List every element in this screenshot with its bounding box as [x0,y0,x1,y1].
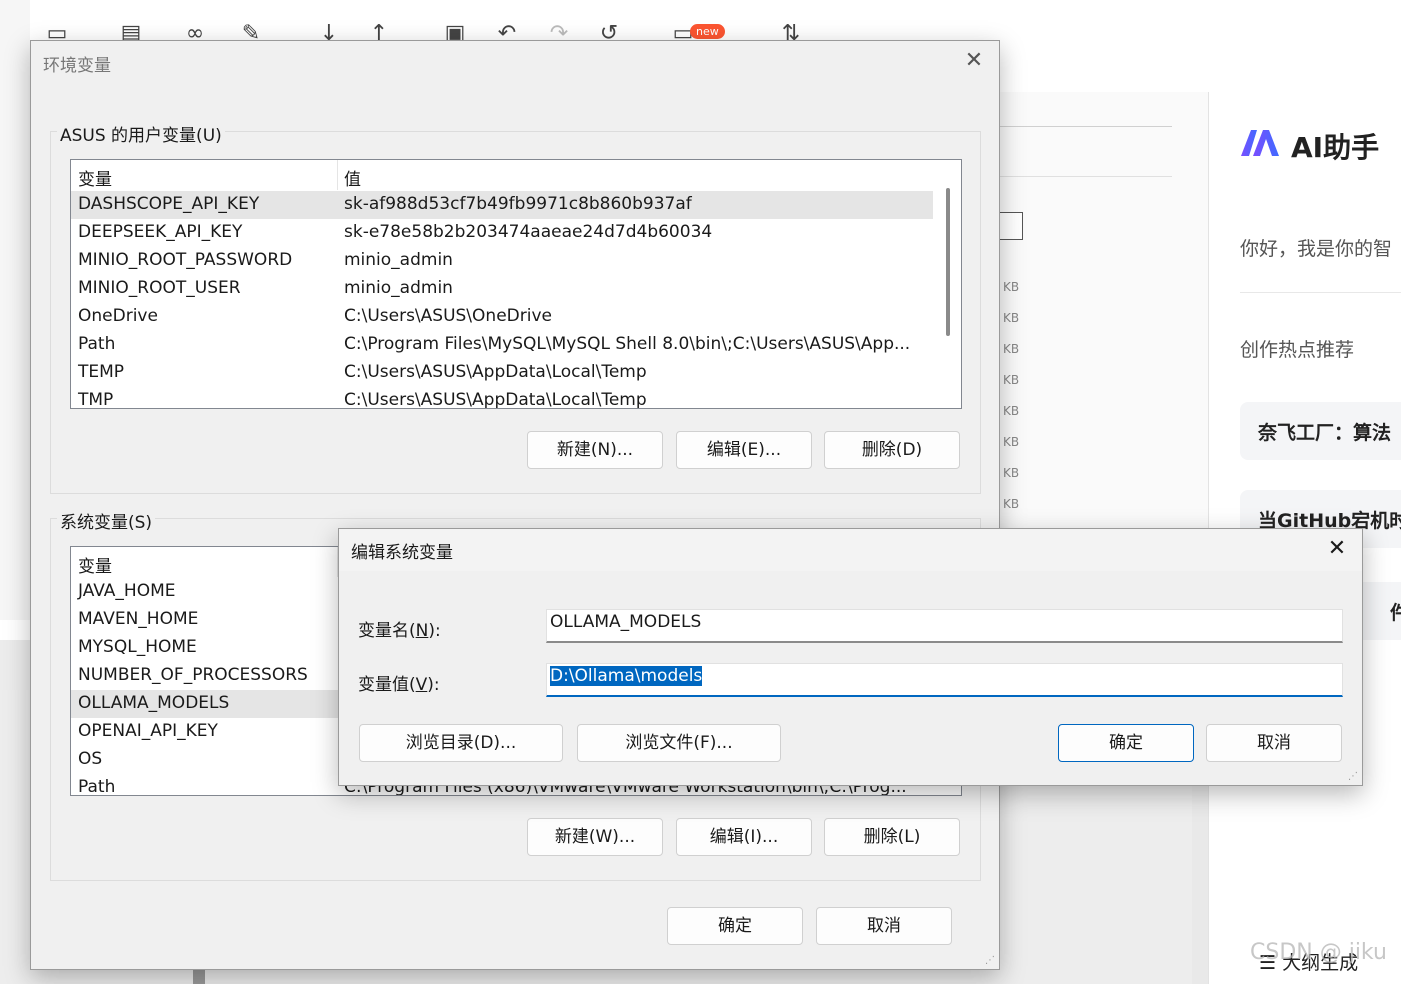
variable-value-label: 变量值(V): [358,675,440,695]
column-header-value[interactable]: 值 [344,165,361,190]
variable-name-label: 变量名(N): [358,621,441,641]
file-size-label: KB [1003,404,1020,418]
close-icon[interactable]: ✕ [963,49,985,73]
column-header-variable[interactable]: 变量 [78,165,112,190]
ai-greeting: 你好，我是你的智 [1240,238,1393,260]
variable-value-field[interactable]: D:\Ollama\models [546,663,1343,697]
user-variables-label: ASUS 的用户变量(U) [57,121,225,146]
table-row[interactable]: TEMP C:\Users\ASUS\AppData\Local\Temp [71,359,933,387]
editor-pane [1000,92,1210,552]
system-edit-button[interactable]: 编辑(I)... [676,818,812,856]
ai-logo-icon [1241,130,1279,156]
hot-topic-card[interactable]: 奈飞工厂：算法 [1240,402,1401,460]
scrollbar-thumb[interactable] [946,188,950,336]
hot-topic-text: 奈飞工厂：算法 [1258,422,1392,444]
file-size-label: KB [1003,342,1020,356]
csdn-watermark: CSDN @ jiku [1250,940,1387,965]
browse-directory-button[interactable]: 浏览目录(D)... [359,724,563,762]
user-new-button[interactable]: 新建(N)... [527,431,663,469]
system-variables-label: 系统变量(S) [57,508,156,533]
file-size-label: KB [1003,435,1020,449]
dialog-title: 编辑系统变量 [351,543,453,563]
file-size-label: KB [1003,497,1020,511]
file-size-label: KB [1003,311,1020,325]
list-header: 变量 值 [71,160,961,190]
file-size-label: KB [1003,373,1020,387]
file-size-label: KB [1003,466,1020,480]
table-row[interactable]: Path C:\Program Files\MySQL\MySQL Shell 8… [71,331,933,359]
hot-topics-label: 创作热点推荐 [1240,339,1355,361]
table-row[interactable]: OneDrive C:\Users\ASUS\OneDrive [71,303,933,331]
editor-input-box[interactable] [1000,212,1023,240]
cancel-button[interactable]: 取消 [816,907,952,945]
table-row[interactable]: MINIO_ROOT_PASSWORD minio_admin [71,247,933,275]
ok-button[interactable]: 确定 [667,907,803,945]
new-badge: new [690,24,725,39]
system-new-button[interactable]: 新建(W)... [527,818,663,856]
ok-button[interactable]: 确定 [1058,724,1194,762]
left-sidebar-strip [0,0,31,620]
table-row[interactable]: DEEPSEEK_API_KEY sk-e78e58b2b203474aaeae2… [71,219,933,247]
hot-topic-text: 件开 [1390,602,1401,624]
user-delete-button[interactable]: 删除(D) [824,431,960,469]
dialog-title: 环境变量 [43,56,111,76]
environment-variables-dialog: 环境变量 ✕ ASUS 的用户变量(U) 变量 值 DASHSCOPE_API_… [30,40,1000,970]
cancel-button[interactable]: 取消 [1206,724,1342,762]
edit-system-variable-dialog: 编辑系统变量 ✕ 变量名(N): OLLAMA_MODELS 变量值(V): D… [338,528,1363,786]
table-row[interactable]: DASHSCOPE_API_KEY sk-af988d53cf7b49fb9971… [71,191,933,219]
list-scrollbar[interactable] [935,160,961,408]
user-variables-list[interactable]: 变量 值 DASHSCOPE_API_KEY sk-af988d53cf7b49f… [70,159,962,409]
browse-file-button[interactable]: 浏览文件(F)... [577,724,781,762]
close-icon[interactable]: ✕ [1326,537,1348,561]
ai-panel-title: AI助手 [1291,131,1380,164]
column-header-variable[interactable]: 变量 [78,552,112,577]
dialog-title-bar: 编辑系统变量 ✕ [339,529,1362,571]
user-edit-button[interactable]: 编辑(E)... [676,431,812,469]
file-size-label: KB [1003,280,1020,294]
system-delete-button[interactable]: 删除(L) [824,818,960,856]
resize-grip-icon[interactable]: ⋰ [985,955,997,967]
resize-grip-icon[interactable]: ⋰ [1348,771,1360,783]
table-row[interactable]: MINIO_ROOT_USER minio_admin [71,275,933,303]
variable-name-field[interactable]: OLLAMA_MODELS [546,609,1343,643]
table-row[interactable]: TMP C:\Users\ASUS\AppData\Local\Temp [71,387,933,408]
dialog-title-bar: 环境变量 ✕ [31,41,999,85]
